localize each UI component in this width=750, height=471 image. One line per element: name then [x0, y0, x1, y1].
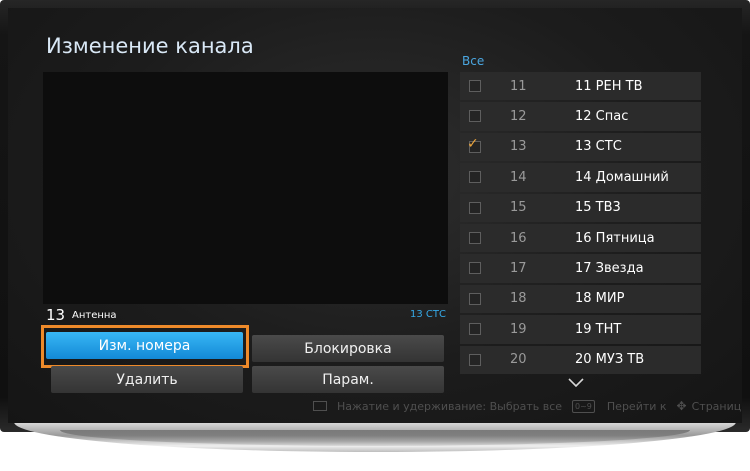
- move-icon: ✥: [676, 399, 687, 413]
- preview-channel-name: 13 СТС: [410, 309, 446, 320]
- channel-row[interactable]: 15 15 ТВ3: [460, 193, 701, 222]
- channel-name: 16 Пятница: [575, 230, 655, 246]
- channel-checkbox[interactable]: [469, 171, 481, 184]
- lock-button[interactable]: Блокировка: [252, 335, 444, 362]
- page-title: Изменение канала: [46, 34, 254, 58]
- tv-screen: Изменение канала 13 Антенна 13 СТС Изм. …: [8, 8, 742, 423]
- channel-row[interactable]: 20 20 МУЗ ТВ: [460, 345, 701, 374]
- channel-name: 18 МИР: [575, 291, 625, 307]
- channel-checkbox[interactable]: [469, 201, 481, 214]
- channel-row[interactable]: 19 19 ТНТ: [460, 315, 701, 344]
- channel-name: 12 Спас: [575, 109, 629, 125]
- channel-number: 17: [510, 261, 527, 277]
- channel-name: 14 Домашний: [575, 169, 669, 185]
- channel-row[interactable]: 11 11 РЕН ТВ: [460, 72, 701, 101]
- channel-number: 16: [510, 230, 527, 246]
- channel-name: 20 МУЗ ТВ: [575, 352, 645, 368]
- channel-name: 17 Звезда: [575, 261, 644, 277]
- channel-name: 15 ТВ3: [575, 200, 621, 216]
- preview-channel-number: 13: [46, 306, 66, 324]
- channel-number: 18: [510, 291, 527, 307]
- preview-source: Антенна: [72, 310, 117, 321]
- channel-checkbox[interactable]: [469, 231, 481, 244]
- chevron-down-icon[interactable]: [568, 376, 584, 391]
- channel-name: 11 РЕН ТВ: [575, 78, 643, 94]
- channel-row[interactable]: 16 16 Пятница: [460, 223, 701, 253]
- footer-hints: Нажатие и удерживание: Выбрать все 0~9 П…: [313, 399, 742, 413]
- channel-checkbox[interactable]: [469, 292, 481, 305]
- channel-row[interactable]: 17 17 Звезда: [460, 254, 701, 283]
- options-button[interactable]: Парам.: [252, 366, 444, 393]
- channel-number: 14: [510, 169, 527, 185]
- channel-row[interactable]: 14 14 Домашний: [460, 163, 701, 192]
- channel-number: 12: [510, 109, 527, 125]
- channel-preview: [43, 72, 448, 304]
- channel-name: 13 СТС: [575, 139, 622, 155]
- channel-number: 20: [510, 352, 527, 368]
- channel-checkbox[interactable]: [469, 323, 481, 336]
- channel-name: 19 ТНТ: [575, 321, 622, 337]
- checkmark-icon: ✓: [467, 135, 479, 152]
- channel-checkbox[interactable]: [469, 262, 481, 275]
- hint-goto: Перейти к: [606, 399, 667, 413]
- channel-checkbox[interactable]: [469, 353, 481, 366]
- edit-number-button[interactable]: Изм. номера: [46, 332, 243, 359]
- channel-row[interactable]: 18 18 МИР: [460, 284, 701, 314]
- channel-list: 11 11 РЕН ТВ 12 12 Спас ✓ 13 13 СТС 14 14 Домашн…: [460, 72, 701, 376]
- channel-row[interactable]: ✓ 13 13 СТС: [460, 132, 701, 162]
- hint-select-all: Нажатие и удерживание: Выбрать все: [337, 399, 563, 413]
- channel-number: 11: [510, 78, 527, 94]
- delete-button[interactable]: Удалить: [51, 366, 243, 393]
- channel-number: 13: [510, 139, 527, 155]
- hint-page: Страница: [691, 399, 742, 413]
- brand-logo: ·····: [369, 424, 381, 429]
- channel-number: 19: [510, 321, 527, 337]
- channel-row[interactable]: 12 12 Спас: [460, 102, 701, 131]
- channel-checkbox[interactable]: [469, 110, 481, 123]
- list-filter-all[interactable]: Все: [462, 54, 484, 68]
- hold-button-icon: [313, 401, 327, 411]
- channel-checkbox[interactable]: [469, 80, 481, 92]
- number-keys-icon: 0~9: [572, 399, 595, 413]
- channel-number: 15: [510, 200, 527, 216]
